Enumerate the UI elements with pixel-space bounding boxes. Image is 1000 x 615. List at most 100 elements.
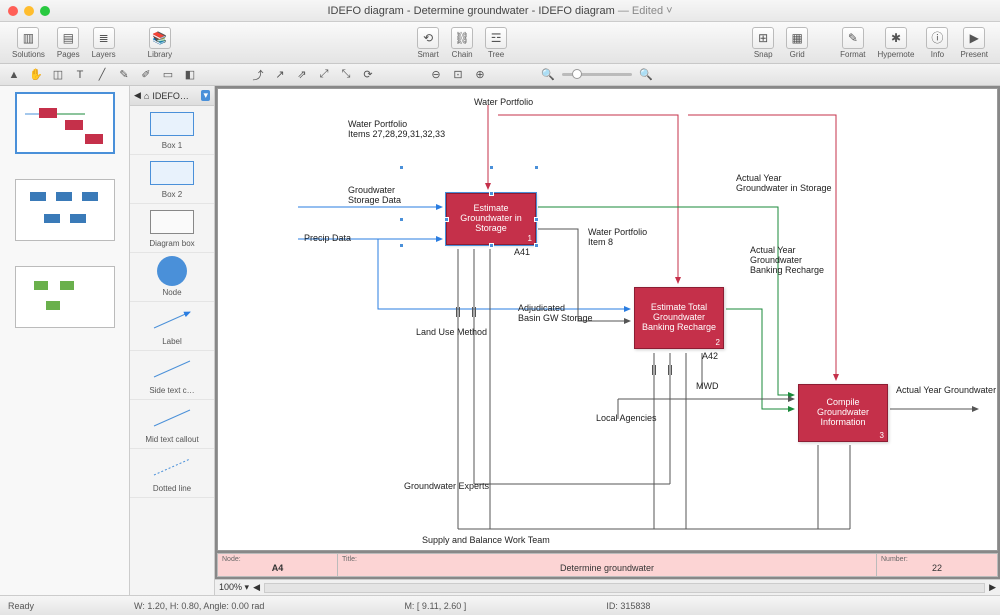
pages-button[interactable]: ▤Pages [51,23,86,63]
close-icon[interactable] [8,6,18,16]
shape-tool[interactable]: ▭ [160,67,176,83]
label-adjudicated: Adjudicated Basin GW Storage [518,303,593,323]
minimize-icon[interactable] [24,6,34,16]
resize-handle[interactable] [399,217,404,222]
zoom-in2[interactable]: 🔍 [638,67,654,83]
tree-button[interactable]: ☲Tree [479,23,513,63]
lib-menu-icon[interactable]: ▾ [201,90,210,101]
resize-handle[interactable] [534,165,539,170]
info-icon: ⓘ [926,27,948,49]
line-tool[interactable]: ╱ [94,67,110,83]
status-bar: Ready W: 1.20, H: 0.80, Angle: 0.00 rad … [0,595,1000,615]
text-tool[interactable]: T [72,67,88,83]
layers-icon: ≣ [93,27,115,49]
lib-item-dotted[interactable]: Dotted line [130,449,214,498]
zoom-in-tool[interactable]: ⊕ [472,67,488,83]
status-wh: W: 1.20, H: 0.80, Angle: 0.00 rad [134,601,264,611]
conn1-tool[interactable]: ⤴ [250,67,266,83]
edited-indicator: — Edited ˅ [618,5,673,17]
label-precip: Precip Data [304,233,351,243]
resize-handle[interactable] [489,165,494,170]
smart-button[interactable]: ⟲Smart [411,23,445,63]
conn3-tool[interactable]: ⇗ [294,67,310,83]
layers-button[interactable]: ≣Layers [86,23,122,63]
zoom-value-select[interactable]: 100% ▾ [219,582,249,593]
label-gw-experts: Groundwater Experts [404,481,489,491]
snap-button[interactable]: ⊞Snap [746,23,780,63]
lasso-tool[interactable]: ◫ [50,67,66,83]
format-icon: ✎ [842,27,864,49]
hand-tool[interactable]: ✋ [28,67,44,83]
library-button[interactable]: 📚Library [142,23,178,63]
hypernote-button[interactable]: ✱Hypernote [872,23,921,63]
lib-item-side-text[interactable]: Side text c… [130,351,214,400]
diagram-box-b1[interactable]: Estimate Groundwater in Storage1 [446,193,536,245]
resize-handle[interactable] [534,217,539,222]
resize-handle[interactable] [489,243,494,248]
page-thumb-1[interactable] [15,92,115,154]
tree-icon: ☲ [485,27,507,49]
titlebar: IDEFO diagram - Determine groundwater - … [0,0,1000,22]
zoom-out2[interactable]: 🔍 [540,67,556,83]
pencil-tool[interactable]: ✎ [116,67,132,83]
conn6-tool[interactable]: ⟳ [360,67,376,83]
resize-handle[interactable] [399,165,404,170]
label-local-agencies: Local Agencies [596,413,657,423]
zoom-slider[interactable] [562,73,632,76]
h-scrollbar[interactable] [264,583,985,593]
conn4-tool[interactable]: ⤢ [316,67,332,83]
toolbar: ▥Solutions▤Pages≣Layers 📚Library ⟲Smart⛓… [0,22,1000,64]
lib-item-box1[interactable]: Box 1 [130,106,214,155]
status-ready: Ready [8,601,34,611]
label-wp-item8: Water Portfolio Item 8 [588,227,647,247]
page-thumb-3[interactable] [15,266,115,328]
scroll-left-icon[interactable]: ◀ [253,582,260,593]
lib-crumb: IDEFO… [152,91,189,101]
callout-tool[interactable]: ◧ [182,67,198,83]
resize-handle[interactable] [489,191,494,196]
page-thumbnails [0,86,130,595]
format-button[interactable]: ✎Format [834,23,871,63]
status-id: ID: 315838 [606,601,650,611]
resize-handle[interactable] [534,243,539,248]
node-value: A4 [222,563,333,573]
window-title: IDEFO diagram - Determine groundwater - … [327,5,614,17]
canvas[interactable]: Water Portfolio Water Portfolio Items 27… [217,88,998,551]
zoom-out-tool[interactable]: ⊖ [428,67,444,83]
box1-shape [148,110,196,138]
lib-item-label[interactable]: Label [130,302,214,351]
title-field-label: Title: [342,556,872,563]
chain-button[interactable]: ⛓Chain [445,23,479,63]
label-ay-storage: Actual Year Groundwater in Storage [736,173,832,193]
library-panel: ◀ ⌂ IDEFO… ▾ Box 1Box 2Diagram boxNodeLa… [130,86,215,595]
zoom-icon[interactable] [40,6,50,16]
lib-item-mid-text[interactable]: Mid text callout [130,400,214,449]
present-icon: ▶ [963,27,985,49]
mid-text-shape [148,404,196,432]
diagram-box-b3[interactable]: Compile Groundwater Information3 [798,384,888,442]
eyedrop-tool[interactable]: ✐ [138,67,154,83]
pages-icon: ▤ [57,27,79,49]
lib-item-diagram-box[interactable]: Diagram box [130,204,214,253]
info-button[interactable]: ⓘInfo [920,23,954,63]
label-water-portfolio: Water Portfolio [474,97,533,107]
conn5-tool[interactable]: ⤡ [338,67,354,83]
grid-button[interactable]: ▦Grid [780,23,814,63]
pointer-tool[interactable]: ▲ [6,67,22,83]
zoom-fit-tool[interactable]: ⊡ [450,67,466,83]
resize-handle[interactable] [444,217,449,222]
scroll-right-icon[interactable]: ▶ [989,582,996,593]
lib-item-node[interactable]: Node [130,253,214,302]
resize-handle[interactable] [399,243,404,248]
lib-home-icon[interactable]: ⌂ [144,91,149,101]
solutions-icon: ▥ [17,27,39,49]
library-header[interactable]: ◀ ⌂ IDEFO… ▾ [130,86,214,106]
solutions-button[interactable]: ▥Solutions [6,23,51,63]
lib-item-box2[interactable]: Box 2 [130,155,214,204]
present-button[interactable]: ▶Present [954,23,994,63]
conn2-tool[interactable]: ↗ [272,67,288,83]
lib-back-icon[interactable]: ◀ [134,90,141,101]
page-thumb-2[interactable] [15,179,115,241]
box-code-b2: A42 [702,351,718,361]
diagram-box-b2[interactable]: Estimate Total Groundwater Banking Recha… [634,287,724,349]
